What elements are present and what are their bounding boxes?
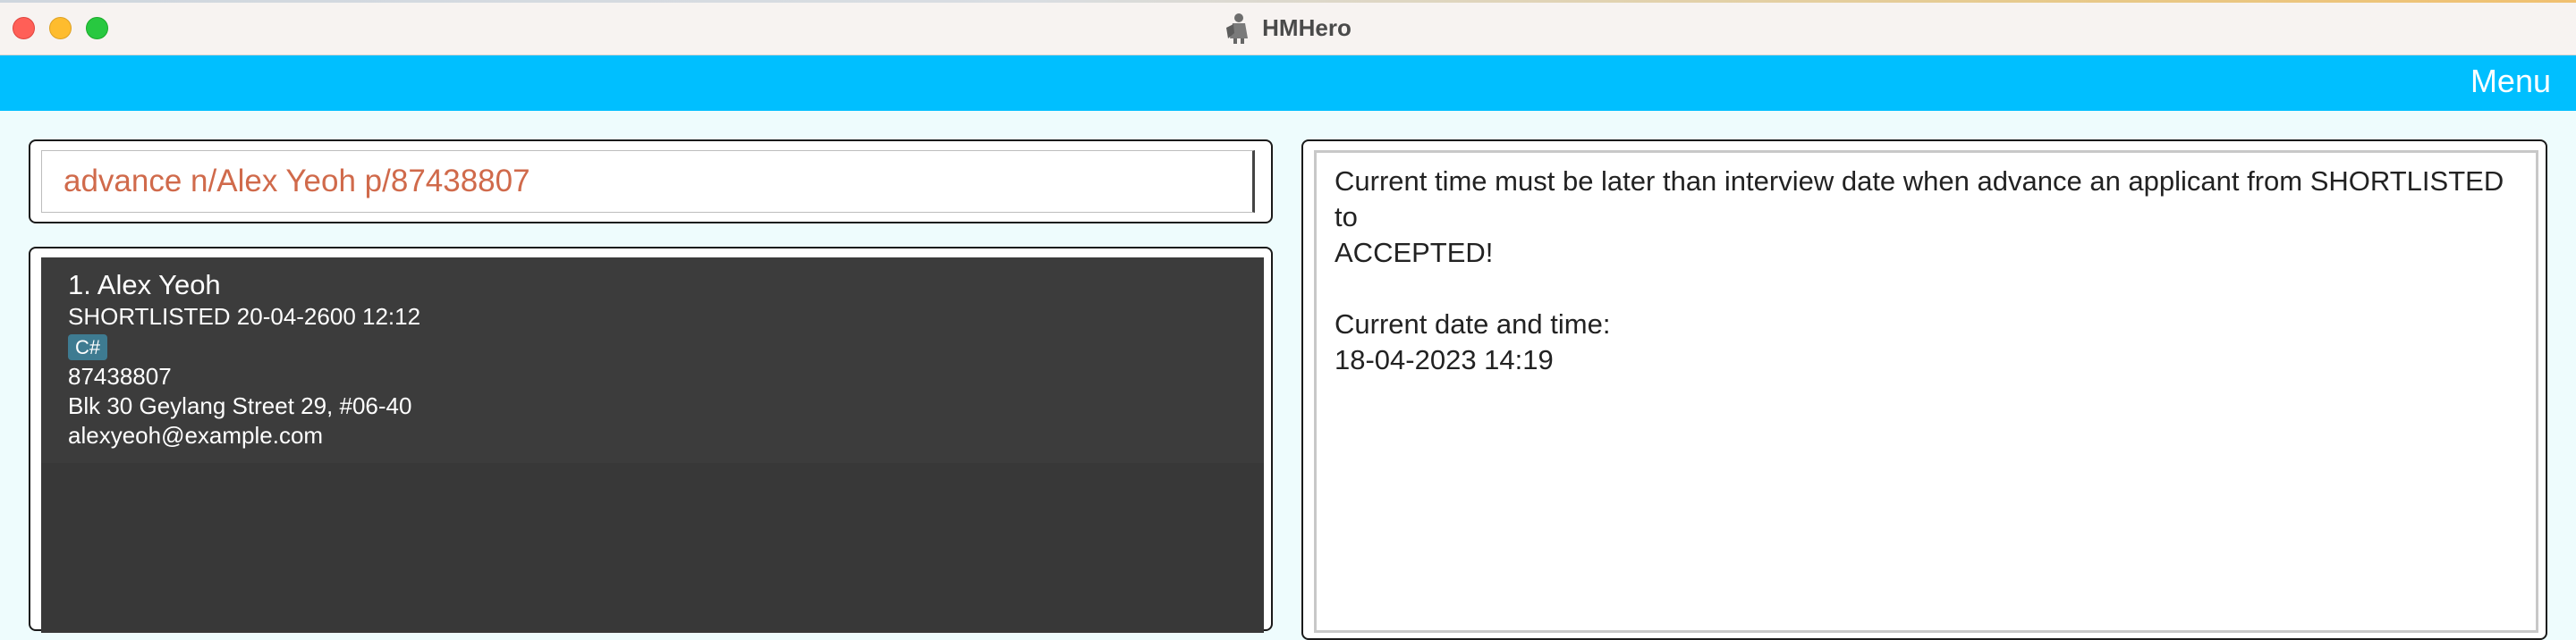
window-titlebar: HMHero — [0, 0, 2576, 55]
result-datetime-value: 18-04-2023 14:19 — [1335, 344, 1554, 375]
menu-button[interactable]: Menu — [2470, 63, 2551, 100]
applicant-phone: 87438807 — [68, 363, 172, 390]
command-input[interactable]: advance n/Alex Yeoh p/87438807 — [41, 150, 1255, 213]
command-box: advance n/Alex Yeoh p/87438807 — [29, 139, 1273, 223]
applicant-address: Blk 30 Geylang Street 29, #06-40 — [68, 392, 412, 419]
applicant-list[interactable]: 1. Alex Yeoh SHORTLISTED 20-04-2600 12:1… — [41, 257, 1264, 633]
applicant-card[interactable]: 1. Alex Yeoh SHORTLISTED 20-04-2600 12:1… — [41, 257, 1264, 463]
result-datetime-label: Current date and time: — [1335, 308, 1611, 340]
result-spacer — [1335, 271, 2518, 307]
result-display[interactable]: Current time must be later than intervie… — [1314, 150, 2538, 633]
applicant-email: alexyeoh@example.com — [68, 422, 324, 449]
applicant-tags: C# — [68, 332, 1264, 362]
result-message-line-2: ACCEPTED! — [1335, 237, 1494, 268]
window-title: HMHero — [1262, 13, 1352, 41]
menu-bar: Menu — [0, 55, 2576, 111]
applicant-name-row: 1. Alex Yeoh — [68, 268, 1264, 302]
applicant-list-panel: 1. Alex Yeoh SHORTLISTED 20-04-2600 12:1… — [29, 247, 1273, 633]
result-message-line-1: Current time must be later than intervie… — [1335, 165, 2504, 232]
knight-icon — [1226, 13, 1249, 44]
applicant-index: 1. — [68, 269, 91, 300]
applicant-name: Alex Yeoh — [97, 269, 221, 300]
window-title-group: HMHero — [0, 0, 2576, 55]
applicant-tag: C# — [68, 334, 108, 360]
applicant-status: SHORTLISTED 20-04-2600 12:12 — [68, 303, 421, 330]
result-display-panel: Current time must be later than intervie… — [1301, 139, 2547, 640]
